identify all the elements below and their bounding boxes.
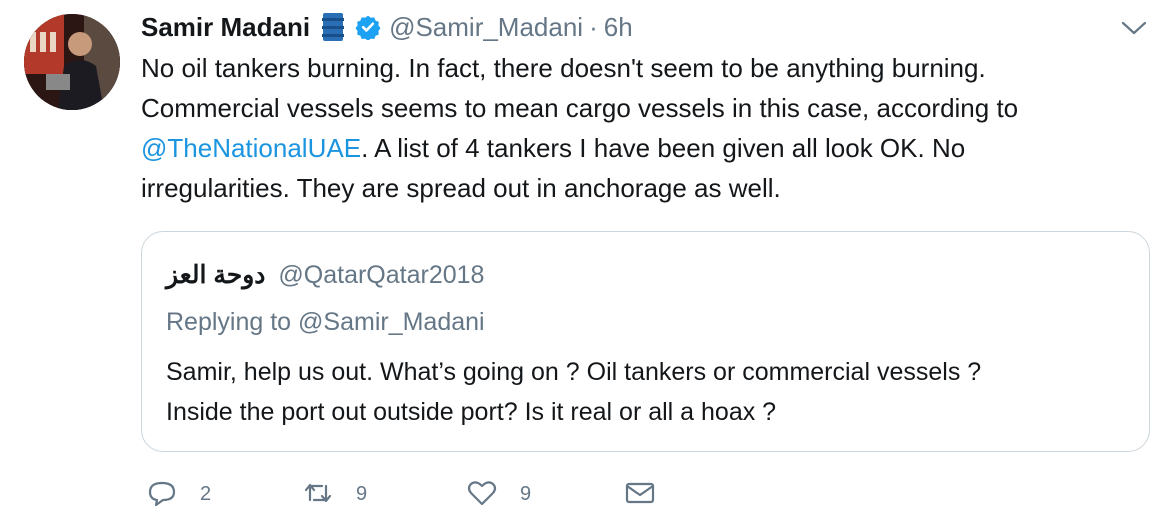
like-count: 9 [520, 483, 532, 505]
chevron-down-icon[interactable] [1120, 18, 1148, 38]
like-button[interactable]: 9 [466, 480, 531, 506]
tweet-text-line: Commercial vessels seems to mean cargo v… [141, 93, 1019, 123]
barrel-icon [322, 13, 345, 41]
mention-link[interactable]: @TheNationalUAE [141, 133, 361, 163]
tweet-text-line: No oil tankers burning. In fact, there d… [141, 53, 986, 83]
verified-badge-icon [355, 15, 381, 40]
replying-to-label: Replying to [166, 308, 292, 336]
avatar[interactable] [24, 14, 120, 110]
timestamp[interactable]: 6h [604, 12, 633, 43]
tweet-text: No oil tankers burning. In fact, there d… [141, 48, 1131, 208]
author-handle[interactable]: @Samir_Madani [389, 12, 583, 43]
reply-icon [148, 481, 176, 506]
tweet-header: Samir Madani @Samir_Madani · 6h [141, 10, 633, 44]
quoted-author-handle: @QatarQatar2018 [278, 261, 485, 289]
avatar-image [24, 14, 120, 110]
quoted-text-line: Samir, help us out. What’s going on ? Oi… [166, 358, 982, 386]
tweet-text-line: @TheNationalUAE. A list of 4 tankers I h… [141, 128, 1131, 168]
like-icon [467, 481, 497, 506]
quoted-tweet-header: دوحة العز @QatarQatar2018 [166, 260, 484, 290]
tweet-text-fragment: . A list of 4 tankers I have been given … [361, 133, 966, 163]
time-separator: · [589, 11, 598, 42]
retweet-button[interactable]: 9 [302, 480, 367, 506]
retweet-icon [304, 483, 332, 503]
tweet-text-line: irregularities. They are spread out in a… [141, 173, 781, 203]
quoted-tweet-text: Samir, help us out. What’s going on ? Oi… [166, 352, 1126, 432]
replying-to: Replying to @Samir_Madani [166, 308, 485, 337]
retweet-count: 9 [356, 483, 368, 505]
quoted-tweet[interactable]: دوحة العز @QatarQatar2018 Replying to @S… [141, 231, 1150, 452]
quoted-author-name: دوحة العز [166, 261, 266, 289]
message-icon [625, 482, 655, 504]
author-name[interactable]: Samir Madani [141, 12, 310, 43]
replying-to-handle: @Samir_Madani [298, 308, 485, 336]
direct-message-button[interactable] [624, 480, 656, 506]
quoted-text-line: Inside the port out outside port? Is it … [166, 398, 777, 426]
reply-count: 2 [200, 483, 212, 505]
reply-button[interactable]: 2 [146, 480, 211, 506]
